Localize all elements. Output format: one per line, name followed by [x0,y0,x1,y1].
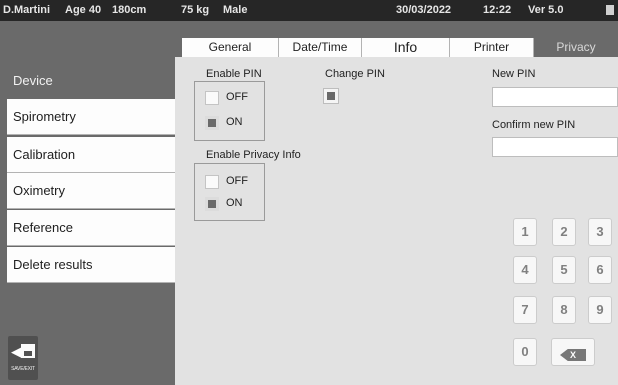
keypad-key-1[interactable]: 1 [513,218,537,246]
confirm-pin-label: Confirm new PIN [492,119,576,131]
sidebar-item-label: Calibration [13,147,76,162]
privacy-info-on-radio[interactable] [205,197,219,211]
patient-sex: Male [223,4,248,16]
tab-bar: General Date/Time Info Printer Privacy [175,21,618,57]
enable-pin-off-radio[interactable] [205,91,219,105]
backspace-icon: X [560,349,586,361]
patient-name: D.Martini [3,4,51,16]
keypad-key-9[interactable]: 9 [588,296,612,324]
save-exit-label: SAVE/EXIT [11,366,35,372]
change-pin-checkbox[interactable] [323,88,339,104]
sidebar-item-device[interactable]: Device [7,63,175,99]
privacy-info-off-radio[interactable] [205,175,219,189]
keypad-clear-button[interactable]: X [551,338,595,366]
tab-printer[interactable]: Printer [450,38,534,57]
new-pin-field[interactable] [492,87,618,107]
new-pin-label: New PIN [492,68,536,80]
patient-weight: 75 kg [181,4,210,16]
keypad-key-2[interactable]: 2 [552,218,576,246]
sidebar-item-label: Spirometry [13,109,76,124]
patient-height: 180cm [112,4,147,16]
sidebar-item-label: Device [13,73,53,88]
confirm-pin-field[interactable] [492,137,618,157]
sidebar-item-delete-results[interactable]: Delete results [7,247,175,283]
change-pin-label: Change PIN [325,68,385,80]
enable-privacy-info-label: Enable Privacy Info [206,149,301,161]
back-arrow-icon: ◀ [11,344,21,359]
radio-label: OFF [226,175,248,187]
tab-privacy[interactable]: Privacy [534,38,618,57]
sidebar-item-label: Delete results [13,257,93,272]
privacy-settings-panel: Enable PIN OFF ON Change PIN Enable Priv… [175,57,618,385]
keypad-key-0[interactable]: 0 [513,338,537,366]
software-version: Ver 5.0 [528,4,564,16]
tab-info[interactable]: Info [362,38,450,57]
battery-icon [606,5,614,15]
enable-pin-on-radio[interactable] [205,116,219,130]
sidebar-item-spirometry[interactable]: Spirometry [7,99,175,135]
keypad-key-6[interactable]: 6 [588,256,612,284]
sidebar-item-reference[interactable]: Reference [7,210,175,246]
sidebar-item-oximetry[interactable]: Oximetry [7,173,175,209]
radio-label: ON [226,116,243,128]
radio-label: OFF [226,91,248,103]
keypad-key-5[interactable]: 5 [552,256,576,284]
sidebar-item-calibration[interactable]: Calibration [7,137,175,173]
keypad-key-8[interactable]: 8 [552,296,576,324]
keypad-key-4[interactable]: 4 [513,256,537,284]
save-exit-button[interactable]: ◀ SAVE/EXIT [8,336,38,380]
enable-pin-label: Enable PIN [206,68,262,80]
header-date: 30/03/2022 [396,4,452,16]
enable-privacy-info-group: OFF ON [194,163,265,221]
header-time: 12:22 [483,4,512,16]
sidebar-item-label: Oximetry [13,183,65,198]
status-header: D.Martini Age 40 180cm 75 kg Male 30/03/… [0,0,618,21]
radio-label: ON [226,197,243,209]
sidebar-item-label: Reference [13,220,73,235]
floppy-disk-icon [21,344,35,358]
keypad-key-7[interactable]: 7 [513,296,537,324]
tab-general[interactable]: General [182,38,279,57]
sidebar: Device Spirometry Calibration Oximetry R… [0,21,175,385]
enable-pin-group: OFF ON [194,81,265,141]
tab-date-time[interactable]: Date/Time [279,38,362,57]
keypad-key-3[interactable]: 3 [588,218,612,246]
patient-age: Age 40 [65,4,102,16]
